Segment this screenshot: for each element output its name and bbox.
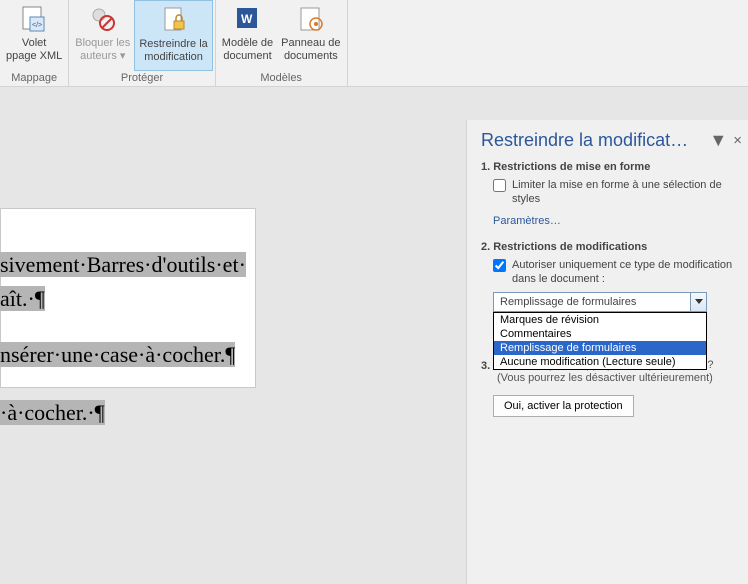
ribbon-group-models: W Modèle de document Panneau de document… — [216, 0, 348, 86]
svg-text:</>: </> — [32, 22, 42, 29]
ribbon-group-mapping: </> Volet ppage XML Mappage — [0, 0, 69, 86]
document-area[interactable]: sivement·Barres·d'outils·et· aît.·¶ nsér… — [0, 120, 446, 584]
doc-line-1: sivement·Barres·d'outils·et· — [0, 252, 246, 278]
volet-mappage-xml-button[interactable]: </> Volet ppage XML — [2, 0, 66, 71]
dd-item-forms[interactable]: Remplissage de formulaires — [494, 341, 706, 355]
dd-item-revision[interactable]: Marques de révision — [494, 313, 706, 327]
dd-item-comments[interactable]: Commentaires — [494, 327, 706, 341]
block-authors-label-2: auteurs ▾ — [80, 50, 125, 63]
section-3-num: 3. — [481, 360, 490, 372]
volet-xml-label-2: ppage XML — [6, 50, 62, 63]
block-authors-label-1: Bloquer les — [75, 37, 130, 50]
word-template-icon: W — [231, 3, 263, 35]
group-mapping-label: Mappage — [2, 71, 66, 86]
doc-line-3: nsérer·une·case·à·cocher.¶ — [0, 342, 235, 368]
settings-link[interactable]: Paramètres… — [493, 215, 561, 227]
combo-dropdown-list: Marques de révision Commentaires Remplis… — [493, 312, 707, 370]
doc-line-4: ·à·cocher.·¶ — [0, 400, 105, 426]
document-panel-button[interactable]: Panneau de documents — [277, 0, 344, 71]
pane-title: Restreindre la modificat… — [481, 130, 688, 151]
panel-label-1: Panneau de — [281, 37, 340, 50]
dd-item-readonly[interactable]: Aucune modification (Lecture seule) — [494, 355, 706, 369]
document-template-button[interactable]: W Modèle de document — [218, 0, 277, 71]
edit-type-combo[interactable]: Remplissage de formulaires Marques de ré… — [493, 292, 707, 312]
pane-menu-icon[interactable]: ▼ — [709, 130, 727, 151]
xml-pane-icon: </> — [18, 3, 50, 35]
group-protect-label: Protéger — [71, 71, 213, 86]
svg-text:W: W — [241, 12, 253, 26]
group-models-label: Modèles — [218, 71, 345, 86]
doc-line-2: aît.·¶ — [0, 286, 45, 312]
allow-edit-checkbox[interactable] — [493, 259, 506, 272]
pane-close-icon[interactable]: × — [733, 132, 742, 149]
volet-xml-label-1: Volet — [22, 37, 46, 50]
template-label-2: document — [223, 50, 271, 63]
combo-value: Remplissage de formulaires — [493, 292, 707, 312]
pane-title-row: Restreindre la modificat… ▼ × — [481, 130, 742, 151]
template-label-1: Modèle de — [222, 37, 273, 50]
document-panel-icon — [295, 3, 327, 35]
section-2-title: 2. Restrictions de modifications — [481, 241, 742, 253]
limit-formatting-label: Limiter la mise en forme à une sélection… — [512, 178, 742, 206]
limit-formatting-row: Limiter la mise en forme à une sélection… — [493, 178, 742, 206]
restrict-label-2: modification — [144, 51, 203, 64]
ribbon: </> Volet ppage XML Mappage Bloquer les … — [0, 0, 748, 87]
ribbon-group-protect: Bloquer les auteurs ▾ Restreindre la mod… — [69, 0, 216, 86]
block-authors-button[interactable]: Bloquer les auteurs ▾ — [71, 0, 134, 71]
allow-edit-label: Autoriser uniquement ce type de modifica… — [512, 258, 742, 286]
combo-dropdown-button[interactable] — [690, 292, 707, 312]
section-1-title: 1. Restrictions de mise en forme — [481, 161, 742, 173]
restrict-editing-icon — [158, 4, 190, 36]
allow-edit-row: Autoriser uniquement ce type de modifica… — [493, 258, 742, 286]
chevron-down-icon — [695, 299, 703, 305]
limit-formatting-checkbox[interactable] — [493, 179, 506, 192]
restrict-editing-pane: Restreindre la modificat… ▼ × 1. Restric… — [466, 120, 748, 584]
restrict-editing-button[interactable]: Restreindre la modification — [134, 0, 212, 71]
activate-protection-button[interactable]: Oui, activer la protection — [493, 395, 634, 417]
restrict-label-1: Restreindre la — [139, 38, 207, 51]
panel-label-2: documents — [284, 50, 338, 63]
block-authors-icon — [87, 3, 119, 35]
